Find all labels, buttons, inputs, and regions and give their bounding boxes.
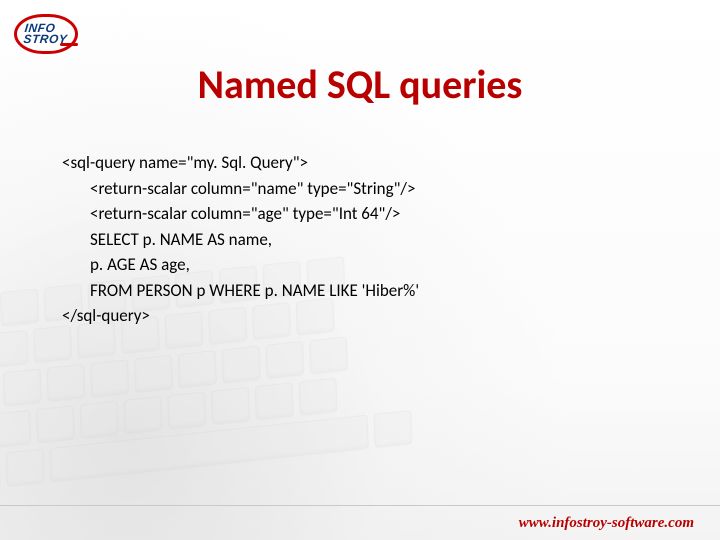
company-logo: INFO STROY [14,14,78,54]
footer-divider [0,505,720,506]
code-line: </sql-query> [62,303,680,329]
code-block: <sql-query name="my. Sql. Query"> <retur… [62,150,680,329]
logo-swoosh-icon [60,43,78,46]
slide-title: Named SQL queries [0,60,720,109]
code-line: p. AGE AS age, [90,252,680,278]
code-line: <sql-query name="my. Sql. Query"> [62,150,680,176]
code-line: <return-scalar column="age" type="Int 64… [90,201,680,227]
footer-url: www.infostroy-software.com [519,515,694,532]
logo-ellipse-icon: INFO STROY [14,14,78,54]
code-line: SELECT p. NAME AS name, [90,227,680,253]
code-line: <return-scalar column="name" type="Strin… [90,176,680,202]
code-line: FROM PERSON p WHERE p. NAME LIKE 'Hiber%… [90,278,680,304]
